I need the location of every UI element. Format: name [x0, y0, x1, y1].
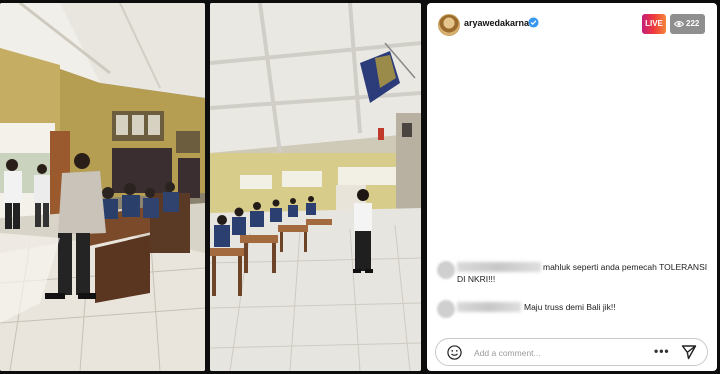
comment-text-continued: DI NKRI!!!: [457, 274, 496, 284]
live-header: aryawedakarna LIVE 222: [427, 3, 717, 47]
commenter-name: [457, 262, 541, 272]
commenter-name: [457, 302, 521, 312]
viewer-count-badge[interactable]: 222: [670, 14, 705, 34]
comment-item: Maju truss demi Bali jik!!: [437, 300, 707, 318]
eye-icon: [674, 21, 684, 27]
avatar[interactable]: [438, 14, 460, 36]
comment-text: Maju truss demi Bali jik!!: [524, 302, 616, 312]
send-icon[interactable]: [681, 344, 697, 360]
commenter-avatar: [437, 261, 455, 279]
comment-item: mahluk seperti anda pemecah TOLERANSI DI…: [437, 259, 707, 285]
instagram-live-panel: aryawedakarna LIVE 222 mahluk seperti an…: [427, 3, 717, 371]
live-badge: LIVE: [642, 14, 666, 34]
comment-text: mahluk seperti anda pemecah TOLERANSI: [543, 262, 708, 272]
smiley-icon[interactable]: [447, 345, 462, 360]
username[interactable]: aryawedakarna: [464, 18, 529, 28]
verified-badge-icon: [528, 17, 539, 28]
viewer-count: 222: [686, 19, 700, 28]
comment-input[interactable]: [474, 346, 624, 360]
commenter-avatar: [437, 300, 455, 318]
classroom-photo-left: [0, 3, 205, 371]
comment-composer: •••: [435, 338, 708, 366]
more-options-icon[interactable]: •••: [654, 344, 670, 358]
classroom-photo-middle: [210, 3, 421, 371]
